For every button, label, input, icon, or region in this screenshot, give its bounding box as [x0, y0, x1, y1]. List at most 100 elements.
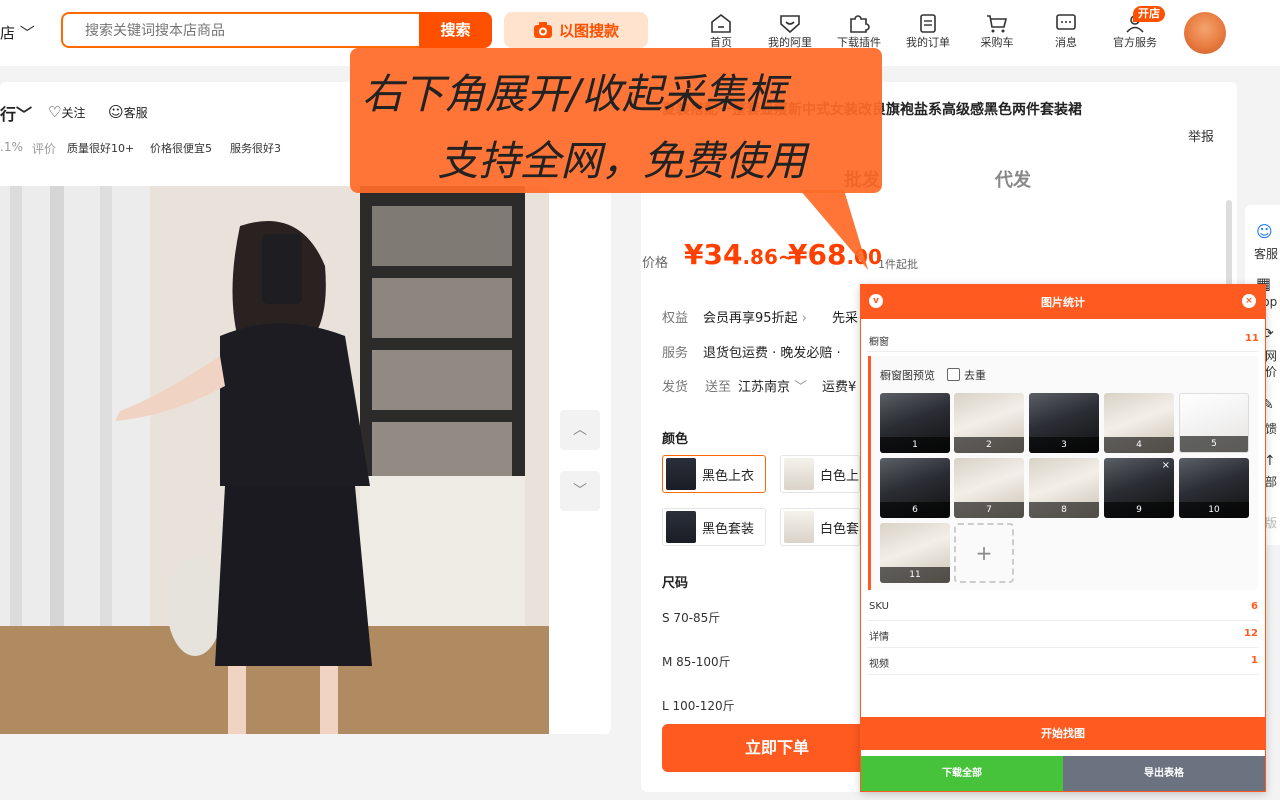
product-photo-image — [0, 186, 549, 734]
customer-service-button[interactable]: ☺客服 — [108, 103, 148, 121]
panel-title: 图片统计 — [1041, 296, 1085, 309]
nav-my-orders[interactable]: 我的订单 — [895, 12, 961, 50]
thumb-number: 4 — [1104, 437, 1174, 453]
remove-icon[interactable]: × — [1162, 460, 1170, 471]
size-option[interactable]: M 85-100斤 — [662, 653, 731, 670]
nav-messages[interactable]: 消息 — [1033, 12, 1099, 50]
thumb-number: 1 — [880, 437, 950, 453]
color-option-label: 白色套 — [820, 521, 860, 537]
start-find-images-button[interactable]: 开始找图 — [861, 717, 1265, 750]
service-value: 退货包运费 · 晚发必赔 · — [703, 346, 841, 361]
color-swatch — [666, 511, 696, 543]
search-input[interactable] — [83, 22, 417, 40]
main-product-photo[interactable] — [0, 186, 549, 734]
nav-messages-label: 消息 — [1055, 36, 1077, 49]
side-version[interactable]: 版 — [1265, 514, 1277, 531]
thumb-number: 2 — [954, 437, 1024, 453]
video-count: 1 — [1251, 655, 1258, 666]
add-image-button[interactable]: + — [954, 523, 1014, 583]
color-swatch — [666, 458, 696, 490]
report-link[interactable]: 举报 — [1188, 126, 1214, 145]
chevron-down-icon: ﹀ — [16, 105, 33, 124]
window-thumbnail[interactable]: 3 — [1029, 393, 1099, 453]
window-thumbnail[interactable]: 10 — [1179, 458, 1249, 518]
eval-tag[interactable]: 价格很便宜5 — [150, 140, 212, 156]
ship-city-label: 江苏南京 — [738, 380, 791, 395]
thumb-number: 8 — [1029, 502, 1099, 518]
image-search-button[interactable]: 以图搜款 — [504, 12, 648, 48]
nav-my-ali[interactable]: 我的阿里 — [757, 12, 823, 50]
window-thumbnail[interactable]: 2 — [954, 393, 1024, 453]
chevron-down-icon: ﹀ — [573, 483, 587, 499]
nav-download-plugin[interactable]: 下载插件 — [826, 12, 892, 50]
collapse-icon[interactable]: v — [869, 294, 883, 308]
promo-line-1: 右下角展开/收起采集框 — [362, 70, 786, 118]
window-thumbnail[interactable]: 1 — [880, 393, 950, 453]
gallery-prev-button[interactable]: ︿ — [560, 410, 600, 450]
chevron-up-icon: ︿ — [573, 422, 587, 438]
export-table-button[interactable]: 导出表格 — [1063, 756, 1265, 791]
price-low-dec: .86 — [742, 245, 778, 269]
window-thumbnail[interactable]: 4 — [1104, 393, 1174, 453]
avatar[interactable] — [1184, 12, 1226, 54]
eval-tag[interactable]: 质量很好10+ — [67, 140, 134, 156]
side-feedback[interactable]: 馈 — [1265, 420, 1277, 437]
thumb-number: 11 — [880, 567, 950, 583]
store-dropdown[interactable]: 店 ﹀ — [0, 22, 35, 43]
thumb-number: 10 — [1179, 502, 1249, 518]
shop-name[interactable]: 行﹀ — [0, 101, 32, 125]
rights-value-text: 会员再享95折起 — [703, 311, 798, 326]
color-option-black-top[interactable]: 黑色上衣 — [662, 455, 766, 493]
store-dropdown-label: 店 — [0, 24, 16, 42]
open-store-badge[interactable]: 开店 — [1133, 6, 1165, 22]
price-low-int: ¥34 — [684, 238, 743, 271]
gallery-next-button[interactable]: ﹀ — [560, 471, 600, 511]
color-swatch — [784, 511, 814, 543]
sku-row-label: SKU — [869, 601, 889, 612]
color-option-label: 白色上 — [820, 468, 860, 484]
window-thumbnail[interactable]: 11 — [880, 523, 950, 583]
window-row-label: 橱窗 — [869, 337, 889, 348]
chevron-down-icon: ﹀ — [19, 24, 35, 42]
download-all-button[interactable]: 下载全部 — [861, 756, 1063, 791]
dedupe-checkbox[interactable] — [947, 368, 960, 381]
window-thumbnail[interactable]: 5 — [1179, 393, 1249, 453]
ship-label: 发货 — [662, 380, 689, 395]
follow-button[interactable]: ♡关注 — [48, 103, 85, 121]
color-option-label: 黑色上衣 — [702, 468, 755, 484]
window-preview-label: 橱窗图预览 — [880, 369, 935, 382]
side-price-compare[interactable]: 网价 — [1265, 348, 1279, 380]
detail-count: 12 — [1244, 628, 1258, 639]
color-option-white-top[interactable]: 白色上 — [780, 455, 860, 493]
evaluation-label: 评价 — [32, 142, 57, 156]
heart-shield-icon — [780, 15, 800, 34]
ship-city-dropdown[interactable]: 江苏南京 ﹀ — [738, 376, 807, 395]
plus-icon: + — [975, 541, 993, 565]
tab-dropship[interactable]: 代发 — [995, 166, 1031, 192]
thumb-number: 3 — [1029, 437, 1099, 453]
eval-tag[interactable]: 服务很好3 — [230, 140, 281, 156]
buy-now-button[interactable]: 立即下单 — [662, 724, 892, 772]
nav-home[interactable]: 首页 — [688, 12, 754, 50]
color-option-label: 黑色套装 — [702, 521, 755, 537]
search-button[interactable]: 搜索 — [419, 12, 492, 48]
color-option-white-set[interactable]: 白色套 — [780, 508, 860, 546]
rights-more: 先采 — [832, 311, 859, 326]
color-swatch — [784, 458, 814, 490]
window-thumbnail[interactable]: × 9 — [1104, 458, 1174, 518]
divider — [867, 647, 1259, 648]
side-top[interactable]: 部 — [1265, 473, 1277, 490]
window-thumbnail[interactable]: 8 — [1029, 458, 1099, 518]
color-option-black-set[interactable]: 黑色套装 — [662, 508, 766, 546]
size-option[interactable]: L 100-120斤 — [662, 697, 735, 714]
close-icon[interactable]: × — [1242, 294, 1256, 308]
nav-cart[interactable]: 采购车 — [964, 12, 1030, 50]
side-customer-service[interactable]: 客服 — [1254, 245, 1278, 262]
thumb-number: 6 — [880, 502, 950, 518]
rights-value[interactable]: 会员再享95折起 › — [703, 307, 807, 326]
window-thumbnail[interactable]: 7 — [954, 458, 1024, 518]
repurchase-rate: .1% — [0, 140, 23, 154]
size-option[interactable]: S 70-85斤 — [662, 609, 720, 626]
window-thumbnail[interactable]: 6 — [880, 458, 950, 518]
smile-icon: ☺ — [108, 103, 124, 121]
